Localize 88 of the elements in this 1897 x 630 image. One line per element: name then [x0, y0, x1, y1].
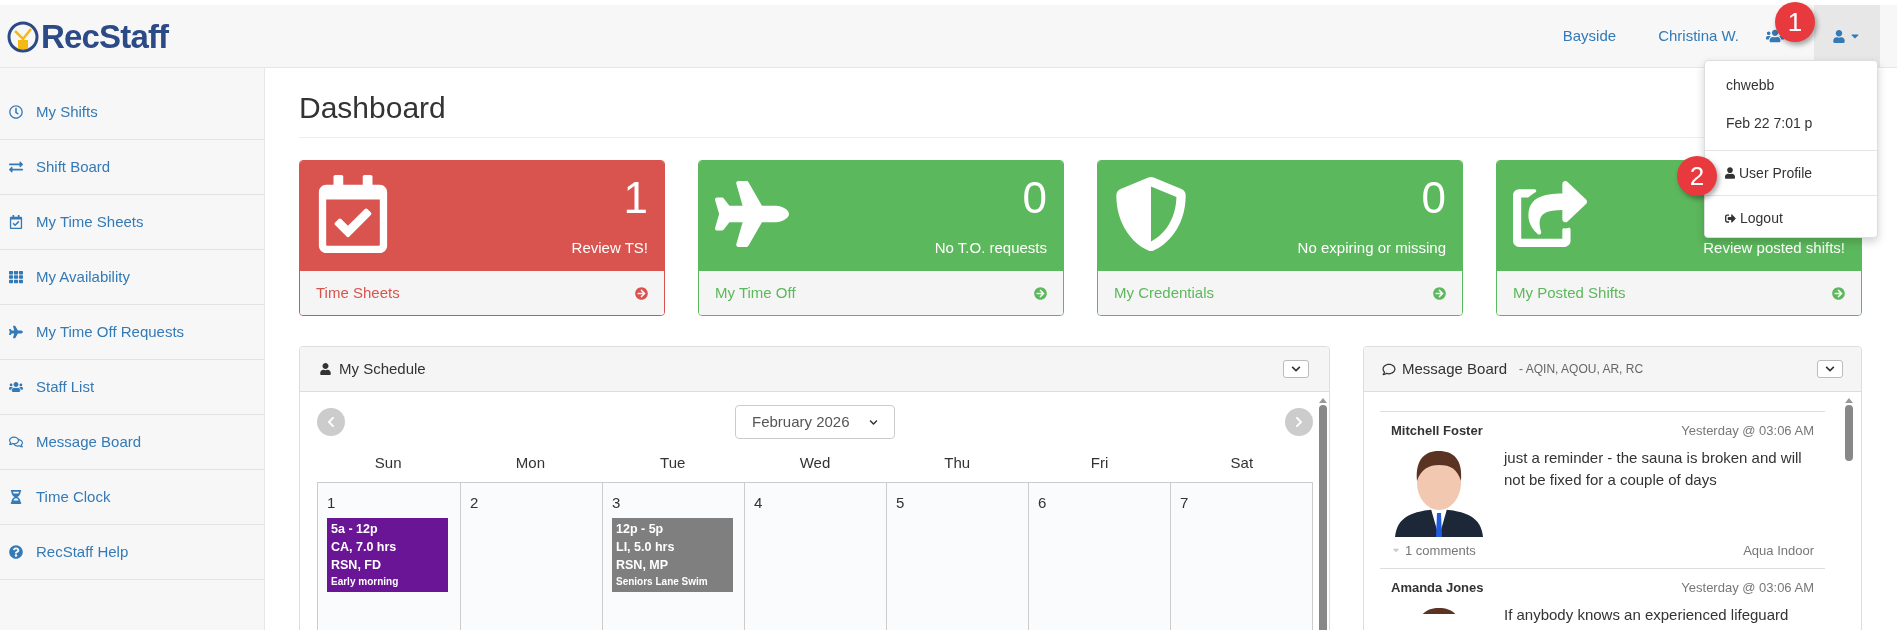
calendar-day[interactable]: 6 [1028, 483, 1170, 630]
header-link[interactable]: Christina W. [1643, 24, 1754, 48]
post-text: If anybody knows an experienced lifeguard [1504, 604, 1790, 625]
user-icon [1833, 29, 1845, 43]
collapse-button[interactable] [1817, 360, 1843, 378]
sidebar-item[interactable]: My Shifts [0, 85, 264, 140]
day-number: 7 [1180, 494, 1189, 511]
card-message: Review posted shifts! [1703, 237, 1845, 258]
chat-bubbles-icon [9, 435, 23, 449]
comments-toggle[interactable]: 1 comments [1391, 540, 1476, 560]
help-icon [9, 545, 23, 559]
weekday-label: Thu [944, 453, 971, 473]
weekday-label: Sun [374, 453, 402, 473]
users-icon [9, 380, 23, 394]
post-author: Mitchell Foster [1391, 422, 1483, 440]
shift-event[interactable]: 12p - 5p LI, 5.0 hrs RSN, MP Seniors Lane Swim [612, 518, 733, 592]
day-number: 3 [612, 494, 621, 511]
panel-title: My Schedule [339, 358, 426, 379]
card-count: 0 [1022, 173, 1047, 223]
calendar-day[interactable]: 5 [886, 483, 1028, 630]
day-number: 6 [1038, 494, 1047, 511]
card-message: No T.O. requests [934, 237, 1047, 258]
user-icon [1725, 167, 1735, 179]
day-number: 5 [896, 494, 905, 511]
chevron-down-icon [1825, 364, 1835, 374]
shift-event[interactable]: 5a - 12p CA, 7.0 hrs RSN, FD Early morning [327, 518, 448, 592]
post-time: Yesterday @ 03:06 AM [1681, 422, 1814, 440]
menu-item[interactable]: User Profile [1720, 159, 1873, 187]
month-select[interactable]: February 2026 [735, 405, 895, 439]
card-message: Review TS! [571, 237, 648, 258]
post-time: Yesterday @ 03:06 AM [1681, 579, 1814, 597]
sidebar-item[interactable]: Shift Board [0, 140, 264, 195]
menu-info-text: Feb 22 7:01 p [1725, 113, 1814, 133]
card-message: No expiring or missing [1297, 237, 1446, 258]
swap-arrows-icon [9, 160, 23, 174]
sidebar-item[interactable]: My Time Off Requests [0, 305, 264, 360]
post-author: Amanda Jones [1391, 579, 1484, 597]
sidebar-item[interactable]: RecStaff Help [0, 525, 264, 580]
panel-title: Message Board [1402, 358, 1508, 379]
calendar-check-icon [9, 215, 23, 229]
sidebar-item[interactable]: My Time Sheets [0, 195, 264, 250]
collapse-button[interactable] [1283, 360, 1309, 378]
chevron-right-icon [1293, 416, 1305, 428]
clock-logo-icon [6, 19, 40, 53]
page-title: Dashboard [299, 90, 446, 126]
calendar-day[interactable]: 4 [744, 483, 886, 630]
calendar-day[interactable]: 1 5a - 12p CA, 7.0 hrs RSN, FD Early morning [318, 483, 460, 630]
user-menu-button[interactable] [1814, 5, 1880, 67]
card-link[interactable]: My Posted Shifts [1497, 271, 1861, 315]
calendar-day[interactable]: 7 [1170, 483, 1312, 630]
card-count: 1 [623, 173, 648, 223]
chevron-down-icon [1291, 364, 1301, 374]
user-icon [320, 363, 331, 375]
calendar-check-icon [316, 175, 390, 253]
sidebar-item[interactable]: Staff List [0, 360, 264, 415]
day-number: 2 [470, 494, 479, 511]
clock-icon [9, 105, 23, 119]
menu-item[interactable]: Logout [1720, 204, 1873, 232]
calendar-day[interactable]: 3 12p - 5p LI, 5.0 hrs RSN, MP Seniors Lane Swim [602, 483, 744, 630]
chevron-left-icon [325, 416, 337, 428]
weekday-label: Mon [515, 453, 545, 473]
hourglass-icon [9, 490, 23, 504]
logout-icon [1725, 212, 1736, 224]
weekday-label: Fri [1090, 453, 1109, 473]
chat-bubble-icon [1382, 362, 1396, 376]
sidebar-item[interactable]: Time Clock [0, 470, 264, 525]
post-text: just a reminder - the sauna is broken and will not be fixed for a couple of days [1504, 447, 1803, 490]
day-number: 1 [327, 494, 336, 511]
shield-icon [1114, 175, 1188, 253]
calendar-day[interactable]: 2 [460, 483, 602, 630]
day-number: 4 [754, 494, 763, 511]
group-list: - AQIN, AQOU, AR, RC [1519, 360, 1644, 378]
post-location: Aqua Indoor [1743, 541, 1814, 560]
sidebar-item[interactable]: Message Board [0, 415, 264, 470]
menu-info-text: chwebb [1725, 75, 1776, 95]
weekday-label: Wed [799, 453, 831, 473]
header-link[interactable]: Bayside [1547, 24, 1632, 48]
weekday-label: Tue [660, 453, 686, 473]
chevron-down-icon [869, 417, 878, 427]
card-link[interactable]: My Time Off [699, 271, 1063, 315]
plane-icon [9, 325, 23, 339]
sidebar-item[interactable]: My Availability [0, 250, 264, 305]
card-link[interactable]: Time Sheets [300, 271, 664, 315]
card-link[interactable]: My Credentials [1098, 271, 1462, 315]
card-count: 0 [1421, 173, 1446, 223]
grid-icon [9, 270, 23, 284]
logo-text: RecStaff [41, 19, 169, 53]
weekday-label: Sat [1230, 453, 1254, 473]
